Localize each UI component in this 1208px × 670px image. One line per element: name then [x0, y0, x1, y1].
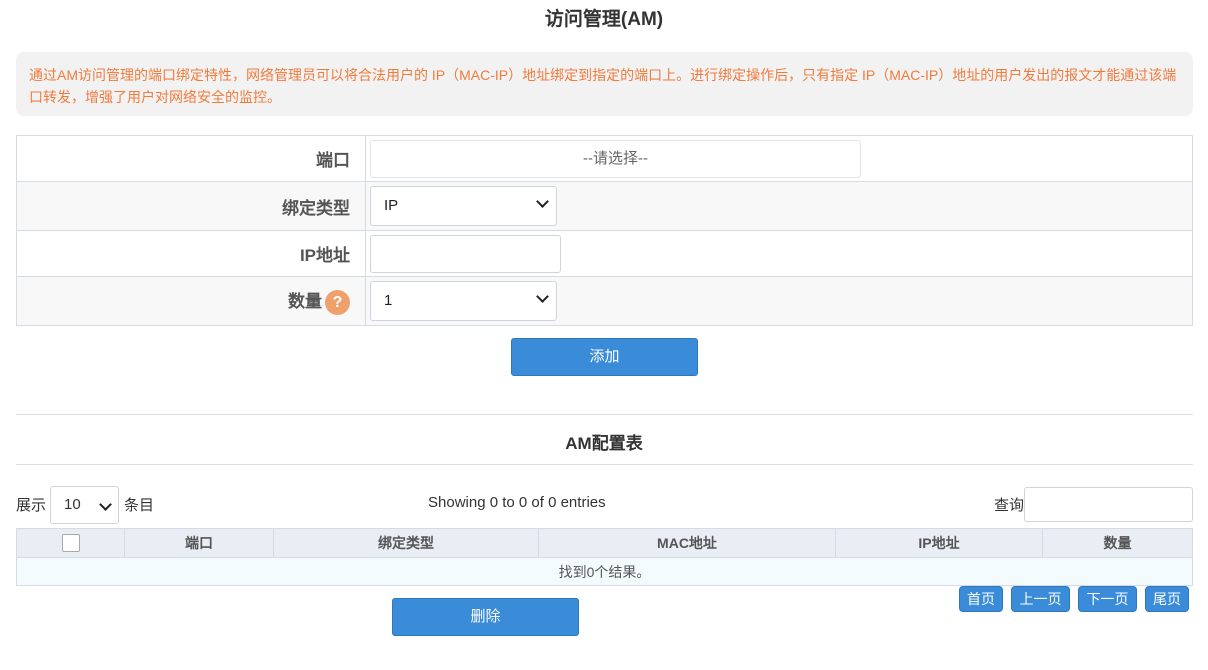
help-icon[interactable]: ? [325, 290, 350, 315]
delete-button[interactable]: 删除 [392, 598, 579, 636]
am-form: 端口 --请选择-- 绑定类型 IP IP地址 数量? 1 [16, 135, 1193, 326]
search-input[interactable] [1024, 487, 1193, 522]
table-row: 找到0个结果。 [16, 557, 1193, 586]
table-title: AM配置表 [565, 434, 643, 453]
entries-label: 条目 [124, 497, 155, 514]
column-header[interactable]: 绑定类型 [273, 528, 539, 558]
bind-type-row: 绑定类型 IP [16, 181, 1193, 231]
prev-page-button[interactable]: 上一页 [1011, 586, 1070, 612]
divider [16, 414, 1193, 415]
page-length-select[interactable]: 10 [50, 486, 119, 524]
ip-label: IP地址 [16, 230, 366, 277]
bind-type-value: IP [384, 197, 399, 214]
info-notice: 通过AM访问管理的端口绑定特性，网络管理员可以将合法用户的 IP（MAC-IP）… [16, 52, 1193, 116]
bind-type-label: 绑定类型 [16, 181, 366, 231]
page-title: 访问管理(AM) [544, 9, 664, 30]
next-page-button[interactable]: 下一页 [1078, 586, 1137, 612]
table-header-row: 端口 绑定类型 MAC地址 IP地址 数量 [16, 528, 1193, 558]
show-label: 展示 [16, 497, 47, 514]
column-header[interactable]: 端口 [124, 528, 274, 558]
last-page-button[interactable]: 尾页 [1145, 586, 1189, 612]
ip-address-input[interactable] [370, 234, 561, 273]
empty-message: 找到0个结果。 [16, 557, 1193, 586]
column-header[interactable]: MAC地址 [538, 528, 836, 558]
first-page-button[interactable]: 首页 [959, 586, 1003, 612]
table-info: Showing 0 to 0 of 0 entries [428, 494, 606, 511]
page-length-value: 10 [64, 496, 81, 513]
port-select[interactable]: --请选择-- [370, 139, 861, 178]
chevron-down-icon [536, 195, 549, 208]
search-label: 查询 [994, 497, 1025, 514]
am-config-table: 端口 绑定类型 MAC地址 IP地址 数量 找到0个结果。 [16, 528, 1193, 586]
chevron-down-icon [99, 498, 112, 511]
port-label: 端口 [16, 135, 366, 182]
port-row: 端口 --请选择-- [16, 135, 1193, 182]
count-label: 数量 [288, 291, 322, 311]
bind-type-select[interactable]: IP [370, 186, 557, 226]
ip-row: IP地址 [16, 230, 1193, 277]
add-button[interactable]: 添加 [511, 338, 698, 376]
select-all-checkbox[interactable] [61, 534, 80, 553]
column-header[interactable]: 数量 [1042, 528, 1193, 558]
count-select[interactable]: 1 [370, 281, 557, 321]
chevron-down-icon [536, 290, 549, 303]
divider [16, 464, 1193, 465]
count-row: 数量? 1 [16, 276, 1193, 326]
column-header[interactable]: IP地址 [835, 528, 1043, 558]
select-all-header [16, 528, 125, 558]
count-value: 1 [384, 292, 393, 309]
